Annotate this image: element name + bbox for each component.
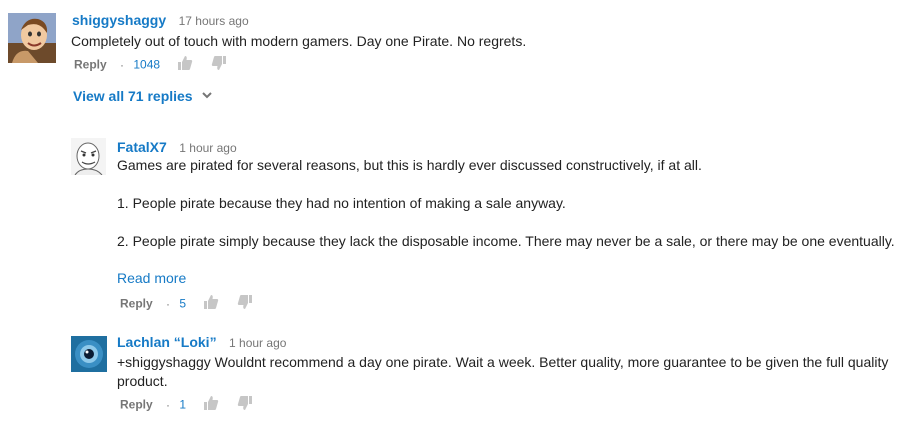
comment-shiggyshaggy: shiggyshaggy 17 hours ago Completely out… xyxy=(0,0,906,115)
comment-lachlan-loki: Lachlan “Loki” 1 hour ago +shiggyshaggy … xyxy=(0,328,906,430)
like-count: 1048 xyxy=(133,57,161,72)
like-count: 5 xyxy=(179,296,187,311)
thumbs-down-icon[interactable] xyxy=(237,294,253,315)
chevron-down-icon xyxy=(201,88,213,106)
thumbs-up-icon[interactable] xyxy=(203,395,219,416)
comment-text: Completely out of touch with modern game… xyxy=(71,33,527,49)
avatar[interactable] xyxy=(8,13,56,63)
avatar[interactable] xyxy=(71,138,106,175)
reply-button[interactable]: Reply xyxy=(120,297,153,311)
reply-button[interactable]: Reply xyxy=(120,398,153,412)
comment-time[interactable]: 1 hour ago xyxy=(179,141,236,155)
comment-author[interactable]: shiggyshaggy xyxy=(72,12,166,28)
thumbs-down-icon[interactable] xyxy=(211,55,227,76)
comment-paragraph: 1. People pirate because they had no int… xyxy=(117,195,566,211)
comment-author[interactable]: Lachlan “Loki” xyxy=(117,334,217,350)
separator-dot: · xyxy=(166,296,171,311)
comment-actions: Reply · 5 xyxy=(120,294,253,315)
comment-time[interactable]: 17 hours ago xyxy=(179,14,249,28)
comment-paragraph: 2. People pirate simply because they lac… xyxy=(117,233,895,249)
thumbs-up-icon[interactable] xyxy=(177,55,193,76)
comment-actions: Reply · 1 xyxy=(120,395,253,416)
comment-fatalx7: FatalX7 1 hour ago Games are pirated for… xyxy=(0,130,906,320)
thumbs-down-icon[interactable] xyxy=(237,395,253,416)
read-more-link[interactable]: Read more xyxy=(117,270,186,286)
comment-paragraph: Games are pirated for several reasons, b… xyxy=(117,157,702,173)
separator-dot: · xyxy=(166,397,171,412)
comment-actions: Reply · 1048 xyxy=(74,55,227,76)
reply-button[interactable]: Reply xyxy=(74,58,107,72)
view-replies-label: View all 71 replies xyxy=(73,88,193,105)
comment-author[interactable]: FatalX7 xyxy=(117,139,167,155)
like-count: 1 xyxy=(179,397,187,412)
separator-dot: · xyxy=(120,57,125,72)
comment-time[interactable]: 1 hour ago xyxy=(229,336,286,350)
avatar[interactable] xyxy=(71,336,107,372)
thumbs-up-icon[interactable] xyxy=(203,294,219,315)
comment-text: +shiggyshaggy Wouldnt recommend a day on… xyxy=(117,354,889,389)
view-replies-link[interactable]: View all 71 replies xyxy=(73,88,213,106)
